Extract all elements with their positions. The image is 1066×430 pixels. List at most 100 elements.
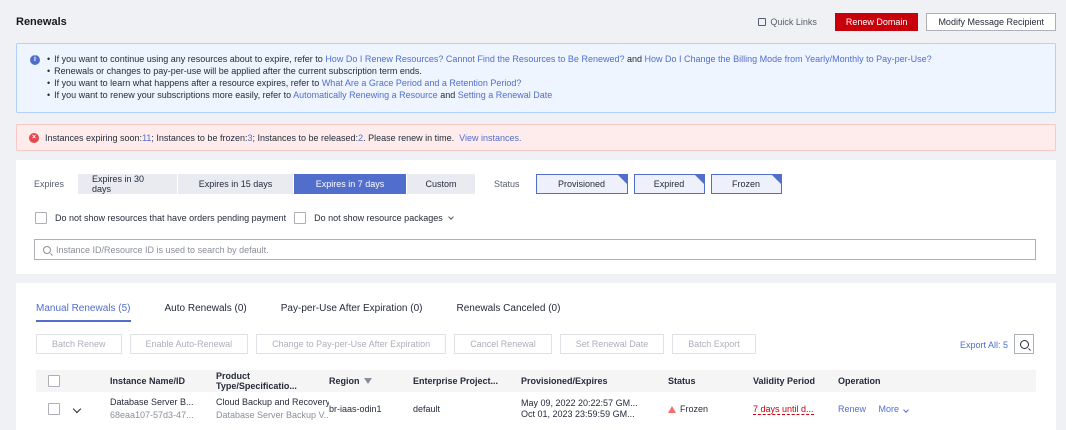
expires-30-days-button[interactable]: Expires in 30 days — [78, 174, 178, 194]
checkbox-row: Do not show resources that have orders p… — [35, 212, 454, 224]
col-instance: Instance Name/ID — [110, 376, 186, 386]
info-text: If you want to renew your subscriptions … — [54, 90, 294, 100]
status-label: Status — [494, 179, 520, 189]
col-operation: Operation — [838, 376, 881, 386]
product-cell: Cloud Backup and Recovery Database Serve… — [216, 397, 329, 421]
search-refresh-button[interactable] — [1014, 334, 1034, 354]
validity-cell: 7 days until d... — [753, 404, 838, 415]
selected-corner-icon — [771, 175, 781, 184]
col-enterprise-project: Enterprise Project... — [413, 376, 499, 386]
error-icon: × — [29, 132, 39, 143]
enable-auto-renewal-button[interactable]: Enable Auto-Renewal — [129, 334, 249, 354]
chevron-down-icon[interactable] — [447, 213, 454, 220]
status-text: Frozen — [680, 404, 709, 414]
info-line: • If you want to continue using any resou… — [47, 54, 932, 64]
search-input[interactable]: Instance ID/Resource ID is used to searc… — [34, 239, 1036, 260]
warning-icon — [668, 406, 676, 413]
custom-range-button[interactable]: Custom — [407, 174, 476, 194]
renew-link[interactable]: Renew — [838, 404, 866, 414]
expires-label: Expires — [34, 179, 65, 189]
link-grace-period[interactable]: What Are a Grace Period and a Retention … — [322, 78, 522, 88]
tab-renewals-canceled[interactable]: Renewals Canceled (0) — [456, 303, 560, 322]
selected-corner-icon — [617, 175, 627, 184]
project-cell: default — [413, 404, 441, 414]
pending-payment-label: Do not show resources that have orders p… — [55, 213, 287, 223]
link-renew-resources[interactable]: How Do I Renew Resources? Cannot Find th… — [325, 54, 624, 64]
status-tag-label: Provisioned — [558, 179, 606, 189]
alert-text: Instances expiring soon: — [45, 132, 143, 143]
search-icon — [43, 245, 51, 254]
info-line: • If you want to renew your subscriptions… — [47, 90, 553, 100]
expiry-alert-banner: × Instances expiring soon: 11 ; Instance… — [16, 124, 1056, 151]
info-text: and — [624, 54, 645, 64]
filter-row: Expires Expires in 30 days Expires in 15… — [34, 174, 788, 194]
modify-recipient-button[interactable]: Modify Message Recipient — [926, 13, 1056, 31]
tab-auto-renewals[interactable]: Auto Renewals (0) — [165, 303, 247, 322]
col-product: Product Type/Specificatio... — [216, 371, 297, 391]
row-checkbox[interactable] — [48, 403, 60, 415]
info-line: • If you want to learn what happens after… — [47, 78, 522, 88]
expiring-count-link[interactable]: 11 — [142, 133, 151, 143]
info-icon: i — [30, 55, 40, 65]
expires-7-days-button[interactable]: Expires in 7 days — [294, 174, 407, 194]
header-actions: Quick Links Renew Domain Modify Message … — [758, 13, 1056, 31]
instance-name: Database Server B... — [110, 397, 194, 407]
expires-date: Oct 01, 2023 23:59:59 GM... — [521, 409, 635, 419]
set-renewal-date-button[interactable]: Set Renewal Date — [559, 334, 665, 354]
page-title: Renewals — [16, 16, 67, 28]
chevron-down-icon — [902, 407, 909, 413]
batch-export-button[interactable]: Batch Export — [672, 334, 756, 354]
pending-payment-checkbox[interactable] — [35, 212, 47, 224]
info-text: If you want to learn what happens after … — [54, 78, 322, 88]
renewals-table-panel: Manual Renewals (5) Auto Renewals (0) Pa… — [16, 283, 1056, 430]
alert-text: . Please renew in time. — [363, 132, 455, 143]
col-provisioned-expires: Provisioned/Expires — [521, 376, 608, 386]
batch-renew-button[interactable]: Batch Renew — [36, 334, 122, 354]
alert-text: ; Instances to be frozen: — [151, 132, 248, 143]
quick-links-icon — [758, 18, 767, 26]
info-text: Renewals or changes to pay-per-use will … — [54, 66, 422, 76]
validity-text[interactable]: 7 days until d... — [753, 404, 814, 415]
renew-domain-button[interactable]: Renew Domain — [834, 13, 919, 31]
change-to-ppu-button[interactable]: Change to Pay-per-Use After Expiration — [256, 334, 447, 354]
select-all-checkbox[interactable] — [48, 375, 60, 387]
link-change-billing[interactable]: How Do I Change the Billing Mode from Ye… — [645, 54, 932, 64]
operation-cell: Renew More — [838, 404, 958, 414]
instance-id: 68eaa107-57d3-47... — [110, 410, 194, 420]
table-row: Database Server B... 68eaa107-57d3-47...… — [36, 393, 1036, 425]
filter-panel: Expires Expires in 30 days Expires in 15… — [16, 160, 1056, 274]
table-header: Instance Name/ID Product Type/Specificat… — [36, 370, 1036, 392]
col-region-label: Region — [329, 376, 360, 386]
info-banner: i • If you want to continue using any res… — [16, 43, 1056, 113]
export-all-link[interactable]: Export All: 5 — [960, 340, 1008, 350]
link-auto-renewing[interactable]: Automatically Renewing a Resource — [293, 90, 438, 100]
col-status: Status — [668, 376, 696, 386]
region-cell: br-iaas-odin1 — [329, 404, 382, 414]
link-renewal-date[interactable]: Setting a Renewal Date — [458, 90, 553, 100]
resource-packages-checkbox[interactable] — [294, 212, 307, 224]
status-tag-label: Frozen — [732, 179, 761, 189]
status-tag-expired[interactable]: Expired — [633, 174, 705, 194]
quick-links-link[interactable]: Quick Links — [758, 17, 817, 27]
tab-manual-renewals[interactable]: Manual Renewals (5) — [36, 303, 131, 322]
tab-pay-per-use[interactable]: Pay-per-Use After Expiration (0) — [281, 303, 423, 322]
resource-packages-label: Do not show resource packages — [314, 213, 443, 223]
expand-chevron-icon[interactable] — [72, 404, 82, 414]
status-tag-label: Expired — [653, 179, 685, 189]
instance-cell: Database Server B... 68eaa107-57d3-47... — [110, 397, 216, 421]
view-instances-link[interactable]: View instances. — [459, 133, 521, 143]
status-tag-frozen[interactable]: Frozen — [710, 174, 782, 194]
batch-actions: Batch Renew Enable Auto-Renewal Change t… — [36, 334, 764, 354]
filter-icon[interactable] — [363, 378, 372, 384]
selected-corner-icon — [694, 175, 704, 184]
cancel-renewal-button[interactable]: Cancel Renewal — [454, 334, 552, 354]
alert-text: ; Instances to be released: — [252, 132, 359, 143]
provisioned-date: May 09, 2022 20:22:57 GM... — [521, 398, 638, 408]
col-region[interactable]: Region — [329, 376, 413, 386]
expires-15-days-button[interactable]: Expires in 15 days — [178, 174, 294, 194]
status-tag-provisioned[interactable]: Provisioned — [535, 174, 628, 194]
search-icon — [1019, 339, 1029, 349]
product-spec: Database Server Backup V... — [216, 410, 329, 420]
status-cell: Frozen — [668, 404, 753, 414]
more-dropdown[interactable]: More — [879, 404, 909, 414]
